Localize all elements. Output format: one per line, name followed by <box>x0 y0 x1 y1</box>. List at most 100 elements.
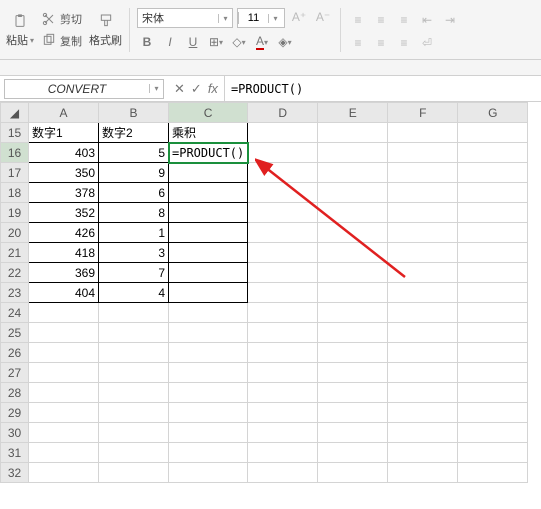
cell[interactable] <box>169 363 248 383</box>
row-header[interactable]: 24 <box>1 303 29 323</box>
col-header-e[interactable]: E <box>318 103 388 123</box>
row-header[interactable]: 23 <box>1 283 29 303</box>
increase-font-button[interactable]: A⁺ <box>289 8 309 26</box>
cell[interactable]: 9 <box>99 163 169 183</box>
name-box[interactable]: CONVERT ▾ <box>4 79 164 99</box>
cell[interactable] <box>388 183 458 203</box>
cell[interactable] <box>318 383 388 403</box>
cell[interactable] <box>318 403 388 423</box>
row-header[interactable]: 16 <box>1 143 29 163</box>
font-name-select[interactable]: 宋体 ▾ <box>137 8 233 28</box>
row-header[interactable]: 27 <box>1 363 29 383</box>
cell[interactable] <box>458 263 528 283</box>
cell[interactable] <box>458 383 528 403</box>
accept-formula-button[interactable]: ✓ <box>191 81 202 97</box>
cell[interactable] <box>169 243 248 263</box>
cell[interactable] <box>169 423 248 443</box>
cell[interactable] <box>99 323 169 343</box>
cell[interactable] <box>458 323 528 343</box>
cell[interactable] <box>248 283 318 303</box>
align-right-button[interactable]: ≡ <box>394 34 414 52</box>
cell[interactable] <box>248 383 318 403</box>
cell[interactable]: 378 <box>29 183 99 203</box>
cell[interactable] <box>248 423 318 443</box>
format-painter-button[interactable] <box>94 11 118 31</box>
cell[interactable] <box>318 163 388 183</box>
font-size-select[interactable]: 11 ▾ <box>237 8 285 28</box>
cell[interactable] <box>29 423 99 443</box>
cell[interactable] <box>318 123 388 143</box>
col-header-c[interactable]: C <box>169 103 248 123</box>
cell[interactable] <box>318 443 388 463</box>
cell[interactable] <box>388 263 458 283</box>
fx-icon[interactable]: fx <box>208 81 218 96</box>
row-header[interactable]: 20 <box>1 223 29 243</box>
active-cell[interactable]: =PRODUCT() <box>169 143 248 163</box>
cell[interactable] <box>29 363 99 383</box>
col-header-f[interactable]: F <box>388 103 458 123</box>
cell[interactable] <box>248 163 318 183</box>
cell[interactable] <box>318 223 388 243</box>
row-header[interactable]: 31 <box>1 443 29 463</box>
cell[interactable] <box>318 423 388 443</box>
cell[interactable] <box>248 183 318 203</box>
cell[interactable] <box>248 223 318 243</box>
cell[interactable] <box>248 243 318 263</box>
cell[interactable]: 403 <box>29 143 99 163</box>
effects-button[interactable]: ◈▾ <box>275 33 295 51</box>
cell[interactable] <box>318 283 388 303</box>
select-all-corner[interactable]: ◢ <box>1 103 29 123</box>
col-header-g[interactable]: G <box>458 103 528 123</box>
cell[interactable]: 1 <box>99 223 169 243</box>
cell[interactable] <box>169 163 248 183</box>
align-bottom-button[interactable]: ≡ <box>394 11 414 29</box>
row-header[interactable]: 15 <box>1 123 29 143</box>
cell[interactable] <box>458 343 528 363</box>
cell[interactable]: 404 <box>29 283 99 303</box>
cell[interactable] <box>29 303 99 323</box>
align-top-button[interactable]: ≡ <box>348 11 368 29</box>
cell[interactable] <box>388 383 458 403</box>
decrease-font-button[interactable]: A⁻ <box>313 8 333 26</box>
cell[interactable] <box>318 263 388 283</box>
align-center-button[interactable]: ≡ <box>371 34 391 52</box>
row-header[interactable]: 25 <box>1 323 29 343</box>
cell[interactable] <box>169 283 248 303</box>
cell[interactable]: 6 <box>99 183 169 203</box>
cell[interactable] <box>318 363 388 383</box>
cell[interactable]: 350 <box>29 163 99 183</box>
cell[interactable] <box>99 303 169 323</box>
cell[interactable] <box>99 423 169 443</box>
col-header-a[interactable]: A <box>29 103 99 123</box>
cell[interactable]: 369 <box>29 263 99 283</box>
cell[interactable] <box>388 143 458 163</box>
cell[interactable] <box>248 363 318 383</box>
cell[interactable] <box>458 243 528 263</box>
row-header[interactable]: 19 <box>1 203 29 223</box>
row-header[interactable]: 22 <box>1 263 29 283</box>
cell[interactable]: 426 <box>29 223 99 243</box>
underline-button[interactable]: U <box>183 33 203 51</box>
cell[interactable] <box>388 283 458 303</box>
cell[interactable]: 5 <box>99 143 169 163</box>
cell[interactable]: 数字2 <box>99 123 169 143</box>
cell[interactable] <box>99 443 169 463</box>
cell[interactable] <box>388 243 458 263</box>
cell[interactable] <box>458 163 528 183</box>
cell[interactable] <box>29 403 99 423</box>
cell[interactable] <box>318 183 388 203</box>
cell[interactable] <box>458 363 528 383</box>
cell[interactable] <box>458 143 528 163</box>
cell[interactable] <box>169 323 248 343</box>
cell[interactable] <box>318 143 388 163</box>
cell[interactable] <box>388 303 458 323</box>
cell[interactable]: 418 <box>29 243 99 263</box>
cell[interactable] <box>248 343 318 363</box>
bold-button[interactable]: B <box>137 33 157 51</box>
cell[interactable] <box>169 383 248 403</box>
cell[interactable] <box>248 203 318 223</box>
cell[interactable] <box>458 443 528 463</box>
cut-button[interactable]: 剪切 <box>37 9 86 29</box>
cell[interactable] <box>29 343 99 363</box>
cell[interactable] <box>169 183 248 203</box>
